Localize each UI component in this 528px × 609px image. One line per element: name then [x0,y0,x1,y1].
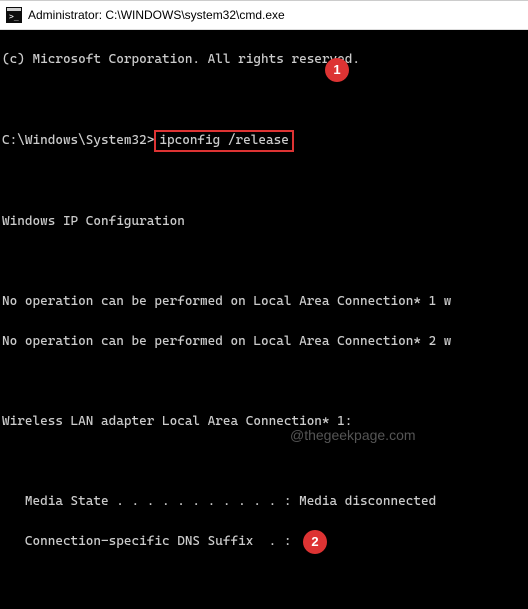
blank-line [2,252,526,272]
annotation-badge-2: 2 [303,530,327,554]
adapter-1-dns: Connection-specific DNS Suffix . : [2,532,526,552]
blank-line [2,452,526,472]
window-title: Administrator: C:\WINDOWS\system32\cmd.e… [28,8,285,22]
window-titlebar: >_ Administrator: C:\WINDOWS\system32\cm… [0,0,528,30]
svg-text:>_: >_ [9,12,19,21]
badge-1-number: 1 [333,60,340,80]
blank-line [2,172,526,192]
blank-line [2,90,526,110]
blank-line [2,572,526,592]
ipconfig-header-1: Windows IP Configuration [2,212,526,232]
blank-line [2,372,526,392]
cmd-icon: >_ [6,7,22,23]
prompt-path: C:\Windows\System32> [2,133,154,148]
terminal-output[interactable]: (c) Microsoft Corporation. All rights re… [0,30,528,609]
noop-line-1: No operation can be performed on Local A… [2,292,526,312]
prompt-line-1: C:\Windows\System32> ipconfig /release [2,130,526,152]
watermark-text: @thegeekpage.com [290,425,416,445]
adapter-1-title: Wireless LAN adapter Local Area Connecti… [2,412,526,432]
copyright-line: (c) Microsoft Corporation. All rights re… [2,50,526,70]
adapter-1-media: Media State . . . . . . . . . . . : Medi… [2,492,526,512]
command-1-text: ipconfig /release [159,133,289,148]
command-1-highlight: ipconfig /release [154,130,294,152]
annotation-badge-1: 1 [325,58,349,82]
badge-2-number: 2 [311,532,318,552]
noop-line-2: No operation can be performed on Local A… [2,332,526,352]
